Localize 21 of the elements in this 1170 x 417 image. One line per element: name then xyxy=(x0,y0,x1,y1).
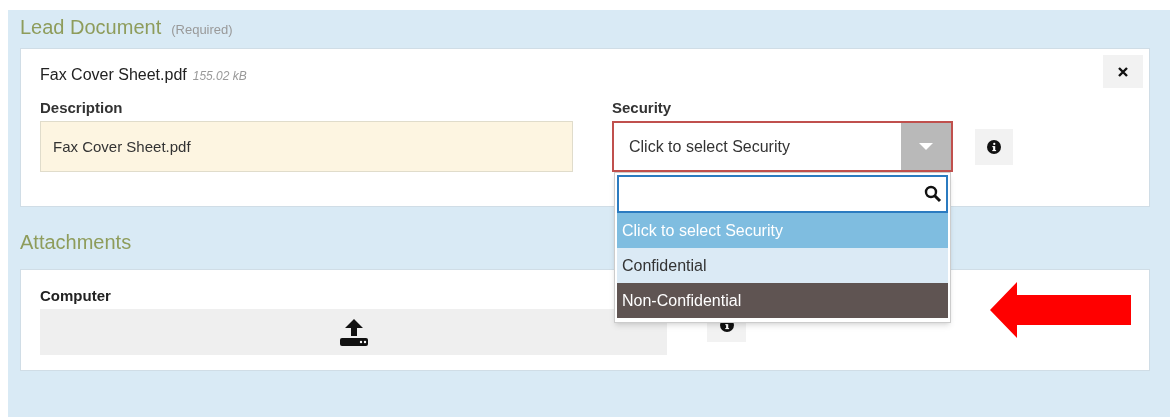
file-size: 155.02 kB xyxy=(192,68,247,85)
description-field[interactable]: Fax Cover Sheet.pdf xyxy=(40,121,573,172)
dropdown-search-field[interactable] xyxy=(617,175,948,213)
security-select[interactable]: Click to select Security xyxy=(612,121,953,172)
required-note: (Required) xyxy=(171,21,233,39)
dropdown-caret-icon xyxy=(901,123,951,170)
info-button[interactable] xyxy=(975,129,1013,165)
section-title: Attachments xyxy=(20,230,132,255)
close-button[interactable] xyxy=(1103,55,1143,88)
section-title: Lead Document xyxy=(20,15,162,40)
upload-icon xyxy=(338,317,369,347)
field-label: Computer xyxy=(40,287,111,304)
field-label: Security xyxy=(612,98,673,118)
close-icon xyxy=(1118,66,1128,77)
dropdown-option[interactable]: Confidential xyxy=(617,248,948,283)
info-icon xyxy=(987,140,1001,154)
file-name: Fax Cover Sheet.pdf xyxy=(40,65,187,85)
field-label: Description xyxy=(40,98,124,118)
dropdown-option[interactable]: Non-Confidential xyxy=(617,283,948,318)
search-icon xyxy=(924,185,942,203)
upload-button[interactable] xyxy=(40,309,667,355)
